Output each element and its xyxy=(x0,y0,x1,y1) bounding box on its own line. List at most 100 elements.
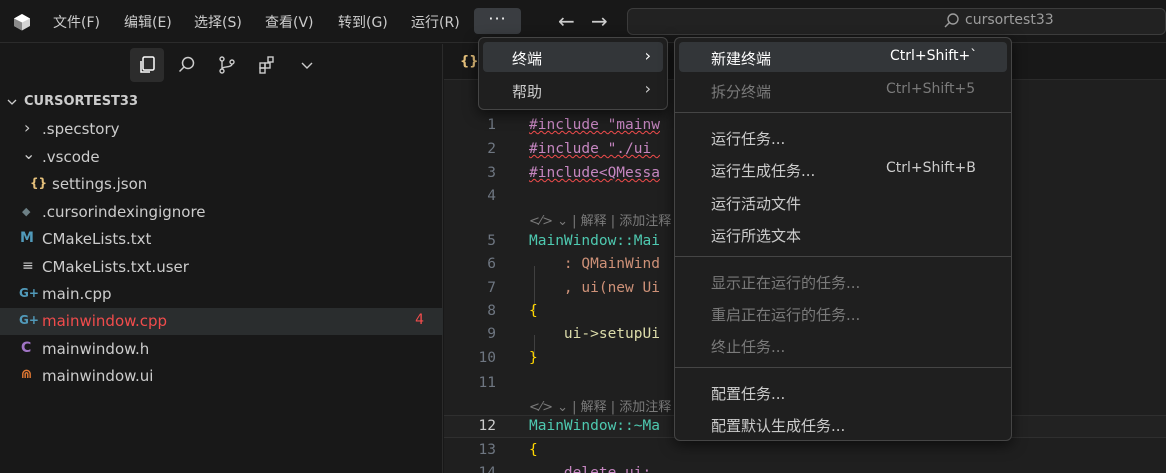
forward-arrow-icon[interactable]: → xyxy=(591,9,608,33)
ignore-file-icon: ◆ xyxy=(22,205,31,218)
line-number: 5 xyxy=(487,233,496,249)
menu-item-run-selected-text[interactable]: 运行所选文本 xyxy=(679,219,1007,249)
codelens-actions[interactable]: <⁄> ⌄ | 解释 | 添加注释 xyxy=(529,210,671,233)
search-icon xyxy=(944,13,959,28)
menu-view[interactable]: 查看(V) xyxy=(265,12,314,32)
chevron-right-icon: › xyxy=(644,46,651,65)
search-text: cursortest33 xyxy=(965,12,1054,28)
json-file-icon[interactable]: {} xyxy=(460,54,479,69)
problem-count-badge: 4 xyxy=(415,312,424,328)
code-text: MainWindow::Mai xyxy=(529,233,660,249)
line-number: 8 xyxy=(487,303,496,319)
terminal-submenu: 新建终端 Ctrl+Shift+` 拆分终端 Ctrl+Shift+5 运行任务… xyxy=(674,37,1012,441)
menu-item-label: 终端 xyxy=(512,50,543,68)
tree-file-settings-json[interactable]: {} settings.json xyxy=(0,171,443,198)
json-file-icon: {} xyxy=(30,176,48,190)
tree-file-cmakelists[interactable]: M CMakeLists.txt xyxy=(0,226,443,253)
menu-item-label: 运行活动文件 xyxy=(711,195,802,213)
cursor-logo-icon[interactable] xyxy=(12,12,32,32)
line-number: 11 xyxy=(478,375,496,391)
cpp-file-icon: G+ xyxy=(19,286,39,300)
menu-item-label: 运行生成任务... xyxy=(711,162,816,180)
extensions-icon[interactable] xyxy=(250,48,284,82)
tree-item-label: .vscode xyxy=(42,148,100,166)
menu-item-configure-tasks[interactable]: 配置任务... xyxy=(679,377,1007,407)
command-center-search[interactable] xyxy=(627,8,1166,35)
menu-item-label: 帮助 xyxy=(512,83,543,101)
cmake-file-icon: M xyxy=(20,230,34,246)
chevron-right-icon: › xyxy=(24,118,31,137)
line-number: 10 xyxy=(478,350,496,366)
tree-item-label: mainwindow.cpp xyxy=(42,312,168,330)
menu-item-new-terminal[interactable]: 新建终端 Ctrl+Shift+` xyxy=(679,42,1007,72)
tree-item-label: .cursorindexingignore xyxy=(42,203,206,221)
tree-file-cursorindexingignore[interactable]: ◆ .cursorindexingignore xyxy=(0,199,443,226)
menu-item-restart-running-task: 重启正在运行的任务... xyxy=(679,298,1007,328)
line-number: 14 xyxy=(478,465,496,473)
tree-item-label: CMakeLists.txt xyxy=(42,230,152,248)
back-arrow-icon[interactable]: ← xyxy=(558,9,575,33)
tree-file-main-cpp[interactable]: G+ main.cpp xyxy=(0,281,443,308)
menu-item-run-active-file[interactable]: 运行活动文件 xyxy=(679,187,1007,217)
line-number: 3 xyxy=(487,165,496,181)
tree-item-label: settings.json xyxy=(52,175,148,193)
code-text: #include<QMessa xyxy=(529,165,660,181)
menu-item-label: 运行所选文本 xyxy=(711,227,802,245)
code-text: ui->setupUi xyxy=(529,326,660,342)
cpp-file-icon: G+ xyxy=(19,313,39,327)
tree-file-mainwindow-ui[interactable]: ⋒ mainwindow.ui xyxy=(0,363,443,390)
more-dropdown-menu: 终端 › 帮助 › xyxy=(478,37,668,110)
shortcut-label: Ctrl+Shift+` xyxy=(890,48,978,64)
tree-item-label: mainwindow.h xyxy=(42,340,150,358)
tree-folder-specstory[interactable]: › .specstory xyxy=(0,116,443,143)
explorer-sidebar: CURSORTEST33 › .specstory ⌄ .vscode {} s… xyxy=(0,44,443,473)
tree-item-label: CMakeLists.txt.user xyxy=(42,258,189,276)
menu-item-label: 拆分终端 xyxy=(711,83,772,101)
code-line: 14 delete ui; xyxy=(444,463,1166,473)
tree-file-mainwindow-h[interactable]: C mainwindow.h xyxy=(0,336,443,363)
menu-edit[interactable]: 编辑(E) xyxy=(124,12,172,32)
menu-separator xyxy=(675,112,1011,113)
tree-item-label: mainwindow.ui xyxy=(42,367,154,385)
line-number: 13 xyxy=(478,442,496,458)
menu-item-label: 新建终端 xyxy=(711,50,772,68)
menu-separator xyxy=(675,256,1011,257)
menu-selection[interactable]: 选择(S) xyxy=(194,12,242,32)
menu-item-label: 重启正在运行的任务... xyxy=(711,306,861,324)
menu-item-label: 终止任务... xyxy=(711,338,786,356)
explorer-files-icon[interactable] xyxy=(130,48,164,82)
menu-item-run-task[interactable]: 运行任务... xyxy=(679,122,1007,152)
more-menu-button[interactable]: ··· xyxy=(474,8,521,34)
menu-file[interactable]: 文件(F) xyxy=(53,12,100,32)
code-text: { xyxy=(529,303,538,319)
menu-item-configure-default-build-task[interactable]: 配置默认生成任务... xyxy=(679,409,1007,439)
chevron-down-icon[interactable] xyxy=(290,48,324,82)
tree-file-cmakelists-user[interactable]: ≡ CMakeLists.txt.user xyxy=(0,254,443,281)
menu-go[interactable]: 转到(G) xyxy=(338,12,388,32)
menu-item-label: 配置任务... xyxy=(711,385,786,403)
menu-item-run-build-task[interactable]: 运行生成任务... Ctrl+Shift+B xyxy=(679,154,1007,184)
shortcut-label: Ctrl+Shift+5 xyxy=(886,81,976,97)
line-number: 4 xyxy=(487,188,496,204)
line-number: 7 xyxy=(487,280,496,296)
menu-item-label: 显示正在运行的任务... xyxy=(711,274,861,292)
menu-item-terminate-task: 终止任务... xyxy=(679,330,1007,360)
menu-item-terminal[interactable]: 终端 › xyxy=(483,42,663,72)
tree-file-mainwindow-cpp[interactable]: G+ mainwindow.cpp 4 xyxy=(0,308,443,335)
collapse-chevron-icon[interactable] xyxy=(6,96,18,108)
line-number: 9 xyxy=(487,326,496,342)
tree-item-label: .specstory xyxy=(42,120,120,138)
ui-file-icon: ⋒ xyxy=(21,367,32,382)
menu-item-label: 运行任务... xyxy=(711,130,786,148)
shortcut-label: Ctrl+Shift+B xyxy=(886,160,976,176)
tree-folder-vscode[interactable]: ⌄ .vscode xyxy=(0,144,443,171)
menu-item-help[interactable]: 帮助 › xyxy=(483,75,663,105)
source-control-icon[interactable] xyxy=(210,48,244,82)
chevron-right-icon: › xyxy=(644,79,651,98)
workspace-title[interactable]: CURSORTEST33 xyxy=(24,94,138,109)
line-number: 2 xyxy=(487,141,496,157)
text-file-icon: ≡ xyxy=(22,258,34,274)
menu-run[interactable]: 运行(R) xyxy=(411,12,460,32)
code-text: , ui(new Ui xyxy=(529,280,660,296)
search-panel-icon[interactable] xyxy=(170,48,204,82)
